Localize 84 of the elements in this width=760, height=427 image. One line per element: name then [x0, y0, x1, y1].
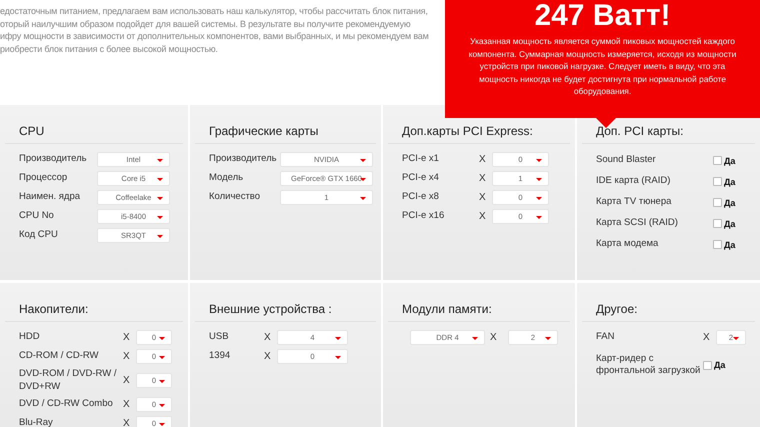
field-label: CD-ROM / CD-RW	[19, 350, 100, 363]
field-label: Карта SCSI (RAID)	[596, 217, 679, 230]
field-label: Процессор	[19, 172, 68, 185]
field-label: DVD-ROM / DVD-RW / DVD+RW	[19, 368, 118, 393]
field-label: PCI-e x1	[402, 153, 440, 166]
field-label: FAN	[596, 331, 616, 344]
checkbox-label: Да	[724, 198, 736, 208]
multiply-sign: X	[490, 332, 498, 343]
caret-icon	[157, 178, 163, 181]
caret-icon	[157, 235, 163, 238]
field-label: Карт-ридер с фронтальной загрузкой	[596, 352, 702, 378]
multiply-sign: X	[479, 192, 487, 203]
caret-icon	[360, 178, 366, 181]
caret-icon	[472, 337, 478, 340]
checkbox[interactable]	[713, 240, 722, 249]
multiply-sign: X	[479, 173, 487, 184]
section-title: Доп. PCI карты:	[582, 124, 755, 144]
checkbox-label: Да	[724, 240, 736, 250]
caret-icon	[536, 197, 542, 200]
caret-icon	[159, 380, 165, 383]
wattage-title: 247 Ватт!	[534, 1, 671, 31]
multiply-sign: X	[123, 375, 131, 386]
caret-icon	[157, 159, 163, 162]
field-label: PCI-e x8	[402, 191, 440, 204]
multiply-sign: X	[123, 399, 131, 410]
caret-icon	[159, 404, 165, 407]
field-label: 1394	[209, 350, 232, 363]
caret-icon	[536, 216, 542, 219]
field-label: Карта модема	[596, 238, 660, 251]
section-title: CPU	[5, 124, 183, 144]
checkbox-label: Да	[714, 360, 726, 370]
checkbox-label: Да	[724, 156, 736, 166]
caret-icon	[733, 337, 739, 340]
section-title: Модули памяти:	[388, 302, 570, 322]
field-label: Производитель	[209, 153, 278, 166]
caret-icon	[159, 423, 165, 426]
section-title: Другое:	[582, 302, 755, 322]
caret-icon	[545, 337, 551, 340]
caret-icon	[335, 356, 341, 359]
checkbox[interactable]	[703, 360, 712, 370]
checkbox[interactable]	[713, 177, 722, 186]
field-label: Sound Blaster	[596, 154, 657, 167]
caret-icon	[157, 197, 163, 200]
section-title: Накопители:	[5, 302, 183, 322]
multiply-sign: X	[264, 332, 272, 343]
section-title: Доп.карты PCI Express:	[388, 124, 570, 144]
caret-icon	[360, 197, 366, 200]
checkbox[interactable]	[713, 219, 722, 228]
field-label: Наимен. ядра	[19, 191, 82, 204]
intro-paragraph: едостаточным питанием, предлагаем вам использовать наш калькулятор, чтобы рассчитать блок питания, оторый наилучшим образом подойдет для вашей системы. В результате вы получите рекомендуемую ифру мощности в зависимости от дополнительных компонентов, вами выбранных, и мы рекомендуем вам риобрести блок питания с более высокой мощностью.	[0, 5, 429, 55]
field-label: Производитель	[19, 153, 88, 166]
field-label: Код CPU	[19, 229, 59, 242]
checkbox-label: Да	[724, 176, 736, 186]
multiply-sign: X	[703, 332, 711, 343]
caret-icon	[360, 159, 366, 162]
multiply-sign: X	[123, 351, 131, 362]
multiply-sign: X	[479, 154, 487, 165]
checkbox[interactable]	[713, 198, 722, 207]
caret-icon	[159, 337, 165, 340]
multiply-sign: X	[123, 418, 131, 427]
result-description: Указанная мощность является суммой пиковых мощностей каждого компонента. Суммарная мощность измеряется, исходя из мощности устройств при пиковой нагрузке. Следует иметь в виду, что эта мощность никогда не будет достигнута при нормальной работе оборудования.	[468, 35, 738, 98]
multiply-sign: X	[264, 351, 272, 362]
multiply-sign: X	[479, 211, 487, 222]
field-label: PCI-e x16	[402, 210, 446, 223]
field-label: DVD / CD-RW Combo	[19, 398, 114, 411]
caret-icon	[335, 337, 341, 340]
field-label: IDE карта (RAID)	[596, 175, 672, 188]
section-title: Внешние устройства :	[195, 302, 376, 322]
section-title: Графические карты	[195, 124, 376, 144]
field-label: CPU No	[19, 210, 55, 223]
field-label: HDD	[19, 331, 41, 344]
checkbox[interactable]	[713, 156, 722, 165]
field-label: Blu-Ray	[19, 417, 54, 427]
field-label: USB	[209, 331, 230, 344]
caret-icon	[536, 159, 542, 162]
field-label: Модель	[209, 172, 244, 185]
caret-icon	[157, 216, 163, 219]
caret-icon	[159, 356, 165, 359]
field-label: Количество	[209, 191, 262, 204]
caret-icon	[536, 178, 542, 181]
multiply-sign: X	[123, 332, 131, 343]
field-label: PCI-e x4	[402, 172, 440, 185]
field-label: Карта TV тюнера	[596, 196, 672, 209]
checkbox-label: Да	[724, 218, 736, 228]
